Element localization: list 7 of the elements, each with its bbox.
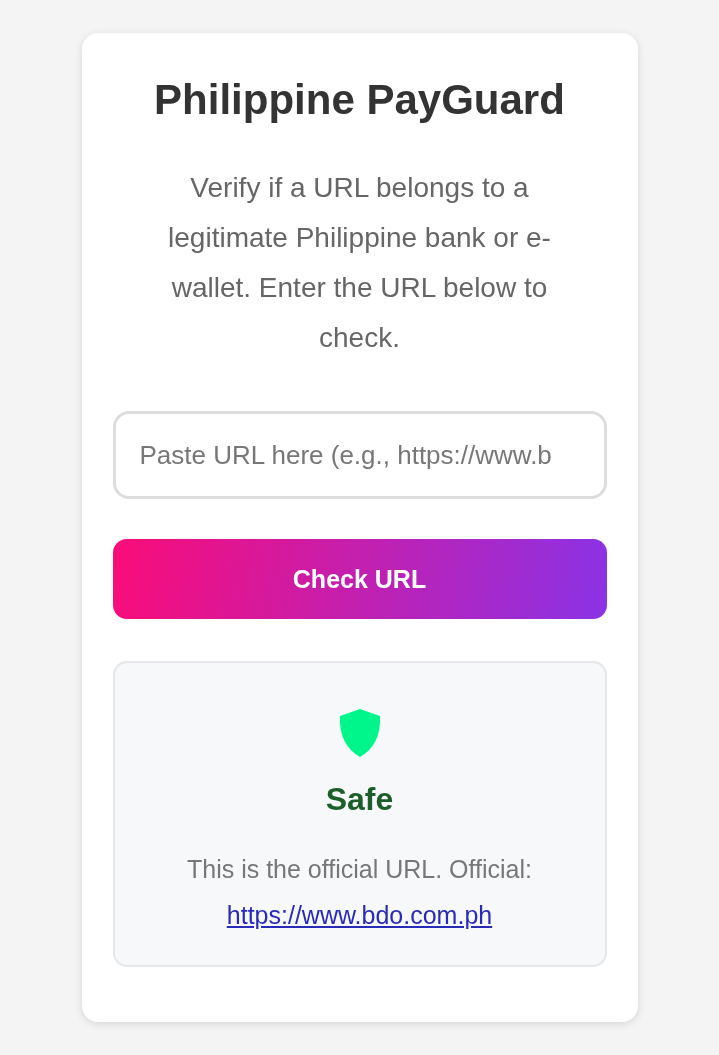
result-message: This is the official URL. Official: https://www.bdo.com.ph <box>185 854 533 931</box>
official-link[interactable]: https://www.bdo.com.ph <box>226 901 493 929</box>
status-label: Safe <box>325 781 394 818</box>
check-url-button[interactable]: Check URL <box>112 539 607 619</box>
description-text: Verify if a URL belongs to a legitimate Philippine bank or e-wallet. Enter the URL below to check. <box>167 171 552 355</box>
url-input-field[interactable]: Paste URL here (e.g., https://www.b <box>112 411 607 499</box>
app-title: Philippine PayGuard <box>153 75 566 125</box>
